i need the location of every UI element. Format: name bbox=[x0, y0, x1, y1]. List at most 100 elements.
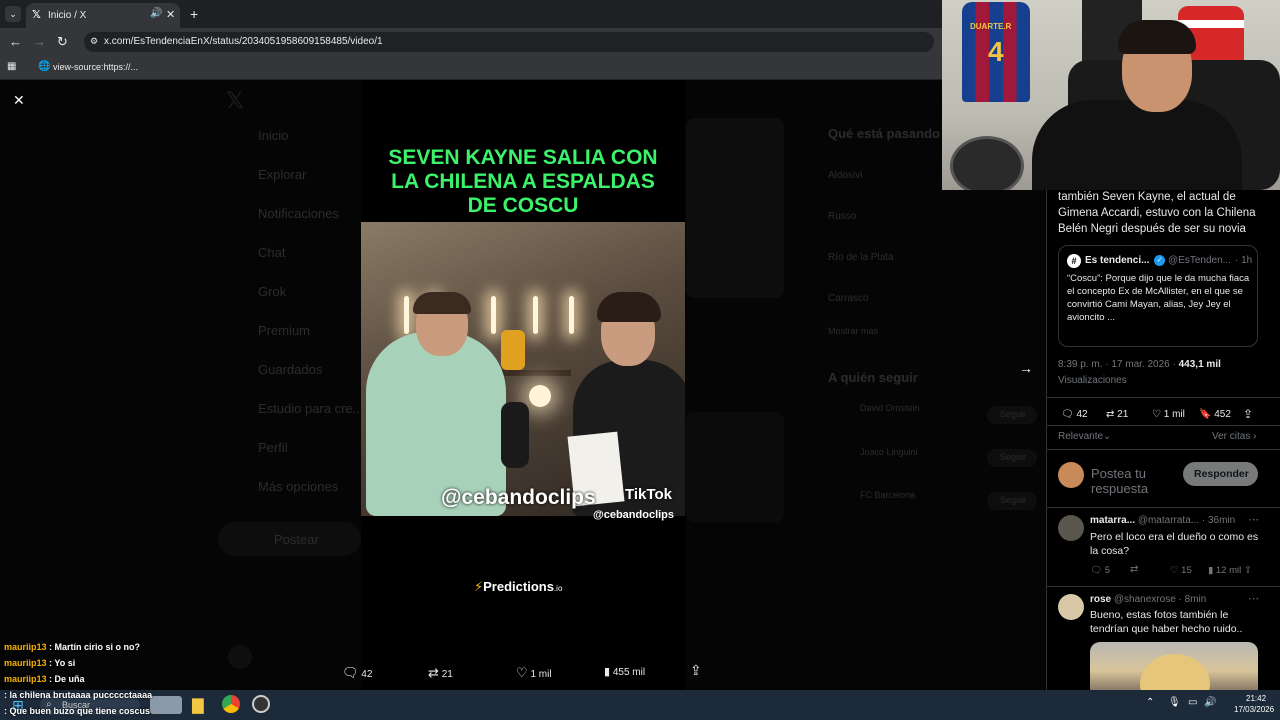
webcam-overlay: DUARTE.R 4 bbox=[942, 0, 1280, 190]
share-icon[interactable]: ⇪ bbox=[690, 662, 702, 679]
reply-avatar[interactable] bbox=[1058, 594, 1084, 620]
quoted-handle: @EsTenden... bbox=[1168, 255, 1231, 266]
view-quotes-link[interactable]: Ver citas › bbox=[1212, 431, 1256, 442]
site-info-icon[interactable]: ⚙ bbox=[90, 36, 98, 47]
microphone-icon[interactable]: 🎙 bbox=[1168, 697, 1181, 708]
bookmarks-bar: ▦ 🌐 view-source:https://... bbox=[0, 56, 942, 80]
back-icon[interactable]: ← bbox=[9, 34, 22, 49]
streamer-hair bbox=[1118, 20, 1196, 54]
quoted-author-name: Es tendenci... bbox=[1085, 255, 1150, 266]
share-icon[interactable]: ⇪ bbox=[1243, 407, 1253, 421]
views-chart-icon: ▮ bbox=[604, 666, 611, 678]
repost-icon[interactable]: ⇄ bbox=[1130, 564, 1138, 575]
reply-button[interactable]: Responder bbox=[1183, 462, 1258, 486]
heart-icon: ♡ bbox=[516, 665, 528, 680]
new-tab-icon[interactable]: + bbox=[190, 6, 198, 22]
nav-item: Premium bbox=[258, 323, 311, 338]
post-bookmark-stat[interactable]: 🔖 452 bbox=[1199, 409, 1231, 420]
post-reply-stat[interactable]: 🗨 42 bbox=[1061, 409, 1088, 420]
x-logo-icon: 𝕏 bbox=[32, 9, 41, 21]
video-reply-action[interactable]: 🗨 42 bbox=[342, 665, 372, 681]
browser-tab[interactable]: 𝕏 Inicio / X 🔊 ✕ bbox=[26, 3, 180, 28]
reply-icon: 🗨 bbox=[342, 665, 359, 680]
heart-icon: ♡ bbox=[1170, 565, 1179, 576]
nav-item: Notificaciones bbox=[258, 206, 339, 221]
post-like-stat[interactable]: ♡ 1 mil bbox=[1152, 409, 1185, 420]
obs-icon[interactable] bbox=[252, 695, 270, 713]
chrome-icon[interactable] bbox=[222, 695, 240, 713]
post-repost-stat[interactable]: ⇄ 21 bbox=[1106, 409, 1128, 420]
trend-item: Carrasco bbox=[828, 293, 869, 304]
post-body: también Seven Kayne, el actual de Gimena… bbox=[1058, 191, 1256, 235]
person-left-hair bbox=[413, 292, 471, 314]
share-icon[interactable]: ⇪ bbox=[1244, 565, 1252, 576]
background-image bbox=[686, 118, 784, 298]
quoted-time: · 1h bbox=[1235, 255, 1253, 266]
tray-chevron-icon[interactable]: ⌃ bbox=[1146, 697, 1154, 708]
taskbar-app-widget[interactable] bbox=[150, 696, 182, 714]
follow-account: FC Barcelona bbox=[860, 490, 916, 500]
video-views-action[interactable]: ▮ 455 mil bbox=[604, 665, 645, 678]
heart-icon: ♡ bbox=[1152, 409, 1161, 420]
reply-input[interactable]: Postea tu respuesta bbox=[1091, 466, 1173, 496]
more-options-icon[interactable]: ⋯ bbox=[1248, 513, 1259, 526]
nav-item: Más opciones bbox=[258, 479, 339, 494]
network-icon[interactable]: ▭ bbox=[1188, 697, 1197, 708]
quoted-text: “Coscu”: Porque dijo que le da mucha fia… bbox=[1067, 273, 1250, 323]
background-avatar bbox=[228, 645, 252, 669]
reply-views-stat[interactable]: ▮ 12 mil ⇪ bbox=[1208, 565, 1252, 576]
forward-icon[interactable]: → bbox=[33, 34, 46, 49]
next-media-icon[interactable]: → bbox=[1019, 360, 1033, 376]
follow-account: David Ornstein bbox=[860, 403, 920, 413]
reply-avatar[interactable] bbox=[1058, 515, 1084, 541]
bookmark-icon: 🔖 bbox=[1199, 409, 1212, 420]
tab-search-button[interactable]: ⌄ bbox=[5, 6, 21, 22]
streamer-shirt bbox=[1032, 100, 1242, 190]
sponsor-icon: ⚡ bbox=[474, 579, 484, 594]
who-to-follow-header: A quién seguir bbox=[828, 370, 918, 385]
chat-message: mauriip13 : De uña bbox=[4, 674, 85, 684]
url-field[interactable]: ⚙ x.com/EsTendenciaEnX/status/2034051958… bbox=[84, 32, 934, 52]
trend-item: Río de la Plata bbox=[828, 252, 894, 263]
taskbar: ⊞ ⌕ Buscar ▇ ⌃ 🎙 ▭ 🔊 21:42 17/03/2026 bbox=[0, 690, 1280, 720]
reply-image[interactable] bbox=[1090, 642, 1258, 690]
views-label: Visualizaciones bbox=[1058, 375, 1127, 386]
follow-button: Seguir bbox=[987, 449, 1037, 467]
speaker-icon[interactable]: 🔊 bbox=[150, 8, 162, 19]
follow-account: Joaco Linguini bbox=[860, 447, 918, 457]
browser-tab-bar: ⌄ 𝕏 Inicio / X 🔊 ✕ + bbox=[0, 0, 942, 28]
bookmark-globe-icon: 🌐 bbox=[38, 61, 51, 72]
reply-reply-stat[interactable]: 🗨 5 bbox=[1090, 565, 1110, 576]
wall-jersey-barcelona: DUARTE.R 4 bbox=[962, 2, 1030, 102]
background-image bbox=[686, 412, 784, 522]
reply-icon: 🗨 bbox=[1061, 409, 1074, 420]
glowing-orb bbox=[529, 385, 551, 407]
chat-message: : Que buen buzo que tiene coscus bbox=[4, 706, 151, 716]
video-like-action[interactable]: ♡ 1 mil bbox=[516, 665, 552, 681]
close-media-icon[interactable]: ✕ bbox=[13, 92, 25, 109]
chevron-right-icon: › bbox=[1253, 431, 1257, 442]
repost-icon: ⇄ bbox=[428, 665, 439, 680]
video-repost-action[interactable]: ⇄ 21 bbox=[428, 665, 453, 681]
video-frame-image[interactable]: @cebandoclips TikTok bbox=[361, 222, 685, 516]
desk-fan bbox=[950, 136, 1024, 190]
apps-grid-icon[interactable]: ▦ bbox=[7, 61, 16, 72]
chevron-down-icon: ⌄ bbox=[1103, 431, 1112, 442]
nav-item: Inicio bbox=[258, 128, 289, 143]
file-explorer-icon[interactable]: ▇ bbox=[192, 696, 204, 714]
quoted-avatar: # bbox=[1067, 254, 1081, 268]
quoted-post[interactable]: # Es tendenci... ✓ @EsTenden... · 1h “Co… bbox=[1058, 245, 1258, 347]
more-options-icon[interactable]: ⋯ bbox=[1248, 592, 1259, 605]
taskbar-date[interactable]: 17/03/2026 bbox=[1234, 705, 1274, 714]
volume-icon[interactable]: 🔊 bbox=[1204, 697, 1216, 708]
reload-icon[interactable]: ↻ bbox=[57, 34, 68, 50]
bookmark-view-source[interactable]: view-source:https://... bbox=[53, 62, 138, 72]
trending-header: Qué está pasando bbox=[828, 126, 940, 141]
close-tab-icon[interactable]: ✕ bbox=[166, 8, 175, 21]
taskbar-time[interactable]: 21:42 bbox=[1246, 694, 1266, 703]
reply-header: rose @shanexrose · 8min bbox=[1090, 594, 1207, 605]
repost-icon: ⇄ bbox=[1106, 409, 1115, 420]
sort-dropdown[interactable]: Relevante⌄ bbox=[1058, 431, 1111, 442]
reply-like-stat[interactable]: ♡ 15 bbox=[1170, 565, 1192, 576]
nav-item: Estudio para cre... bbox=[258, 401, 364, 416]
